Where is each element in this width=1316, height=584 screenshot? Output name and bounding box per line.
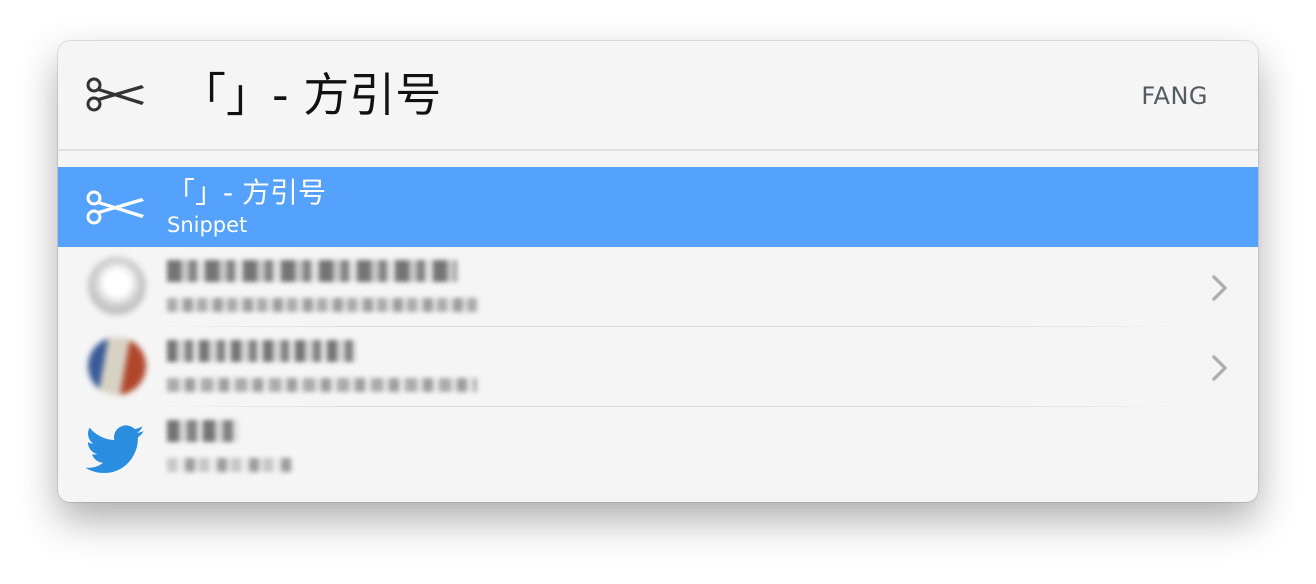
- result-subtitle: Snippet: [167, 213, 248, 237]
- result-row-twitter[interactable]: [58, 407, 1258, 487]
- result-title: [167, 255, 457, 291]
- result-title: [167, 335, 357, 371]
- result-row-contact[interactable]: [58, 327, 1258, 407]
- result-subtitle: [167, 451, 293, 479]
- chevron-right-icon[interactable]: [1206, 273, 1232, 303]
- scissors-icon: [84, 69, 148, 121]
- search-bar[interactable]: 「」- 方引号 FANG: [58, 41, 1258, 149]
- result-subtitle: [167, 371, 477, 399]
- avatar: [88, 337, 146, 395]
- avatar: [88, 257, 146, 315]
- twitter-bird-icon: [84, 419, 148, 477]
- scissors-icon: [84, 179, 148, 237]
- search-divider: [58, 149, 1258, 151]
- result-row-snippet[interactable]: 「」- 方引号 Snippet: [58, 167, 1258, 247]
- chevron-right-icon[interactable]: [1206, 353, 1232, 383]
- result-title: [167, 415, 239, 451]
- results-list: 「」- 方引号 Snippet: [58, 167, 1258, 487]
- launcher-window: 「」- 方引号 FANG 「」- 方引号 Snippet: [58, 41, 1258, 502]
- result-title: 「」- 方引号: [167, 176, 327, 209]
- result-row-contact[interactable]: [58, 247, 1258, 327]
- result-subtitle: [167, 291, 477, 319]
- keyword-hint: FANG: [1141, 82, 1208, 110]
- search-input[interactable]: 「」- 方引号: [180, 63, 441, 127]
